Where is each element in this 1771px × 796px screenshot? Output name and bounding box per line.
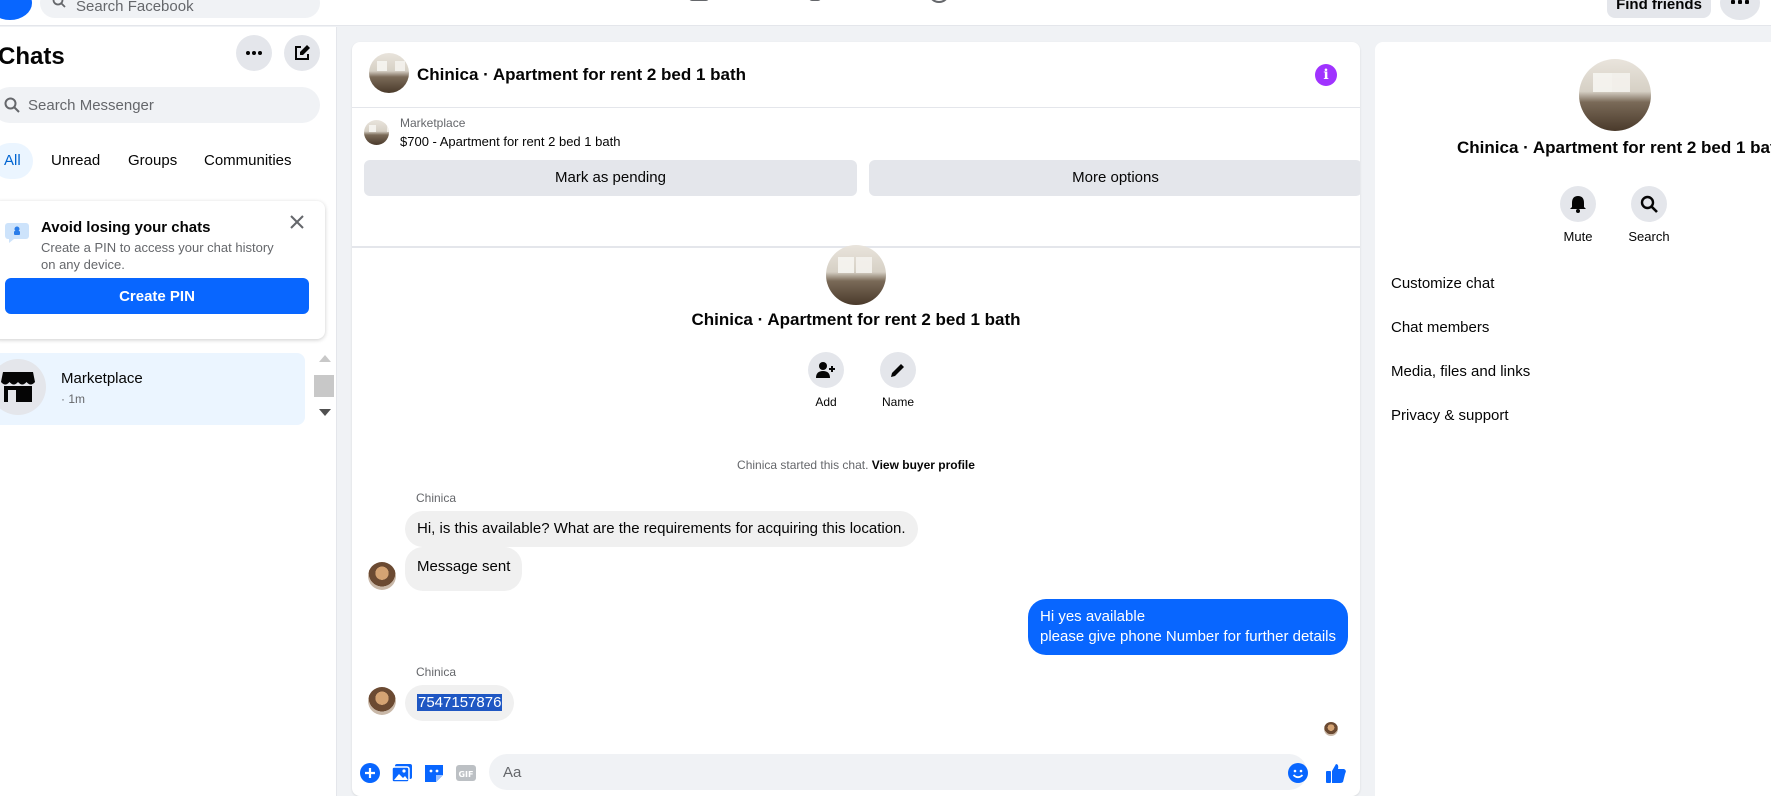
search-icon — [4, 97, 20, 113]
new-message-button[interactable] — [284, 35, 320, 71]
search-label: Search — [1628, 229, 1670, 244]
chat-members-item[interactable]: Chat members — [1391, 319, 1489, 336]
chat-options-button[interactable] — [236, 35, 272, 71]
scroll-down-icon[interactable] — [319, 409, 331, 416]
mute-button[interactable]: Mute — [1548, 186, 1608, 244]
add-person-icon — [816, 362, 835, 378]
name-chat-action[interactable]: Name — [868, 352, 928, 409]
more-options-button[interactable]: More options — [869, 160, 1360, 196]
mute-label: Mute — [1563, 229, 1593, 244]
chats-sidebar: Chats All Unread Groups Communities Avoi… — [0, 27, 337, 796]
scroll-up-icon[interactable] — [319, 355, 331, 362]
gif-icon[interactable]: GIF — [455, 762, 477, 784]
name-label: Name — [881, 395, 914, 409]
marketplace-listing-bar: Marketplace $700 - Apartment for rent 2 … — [352, 108, 1360, 248]
privacy-support-item[interactable]: Privacy & support — [1391, 407, 1509, 424]
details-name: Chinica · Apartment for rent 2 bed 1 bat… — [1457, 138, 1771, 157]
profile-nav-icon[interactable] — [926, 0, 952, 12]
top-navigation-bar: Search Facebook Find friends — [0, 0, 1771, 26]
incoming-message[interactable]: Hi, is this available? What are the requ… — [405, 511, 918, 547]
media-files-links-item[interactable]: Media, files and links — [1391, 363, 1530, 380]
conversation-timestamp: · 1m — [61, 392, 85, 406]
pin-card-description: Create a PIN to access your chat history… — [41, 240, 274, 272]
photo-icon[interactable] — [391, 762, 413, 784]
listing-thumbnail[interactable] — [364, 120, 389, 145]
customize-chat-item[interactable]: Customize chat — [1391, 275, 1494, 292]
search-icon — [1640, 195, 1658, 213]
storefront-icon — [1, 372, 35, 402]
facebook-search-input[interactable]: Search Facebook — [40, 0, 320, 18]
scrollbar-thumb[interactable] — [314, 375, 334, 397]
filter-communities[interactable]: Communities — [192, 143, 304, 179]
bell-icon — [1570, 196, 1586, 213]
avatar — [0, 359, 46, 415]
intro-avatar — [826, 245, 886, 305]
plus-icon[interactable] — [359, 762, 381, 784]
apartment-photo-avatar[interactable] — [369, 53, 409, 93]
grid-icon — [1731, 0, 1749, 4]
chat-lock-icon — [5, 223, 29, 243]
details-avatar[interactable] — [1579, 59, 1651, 131]
outgoing-message-line: please give phone Number for further det… — [1039, 628, 1336, 645]
sender-avatar[interactable] — [368, 562, 396, 590]
conversation-details-panel: Chinica · Apartment for rent 2 bed 1 bat… — [1375, 42, 1771, 796]
sidebar-scrollbar[interactable] — [313, 355, 335, 419]
intro-name: Chinica · Apartment for rent 2 bed 1 bat… — [691, 310, 1021, 329]
listing-title[interactable]: $700 - Apartment for rent 2 bed 1 bath — [400, 134, 620, 149]
sender-avatar[interactable] — [368, 687, 396, 715]
chat-started-text: Chinica started this chat. — [737, 458, 869, 472]
close-icon[interactable] — [290, 215, 304, 229]
pencil-icon — [891, 364, 904, 377]
conversation-name: Marketplace — [61, 370, 143, 387]
message-composer: GIF — [352, 748, 1360, 796]
facebook-search-placeholder: Search Facebook — [76, 0, 194, 15]
pin-card-title: Avoid losing your chats — [41, 219, 211, 236]
incoming-message[interactable]: 7547157876 — [405, 685, 515, 721]
more-dots-icon — [246, 51, 262, 55]
message-sender: Chinica — [416, 491, 457, 505]
find-friends-button[interactable]: Find friends — [1607, 0, 1711, 18]
search-icon — [52, 0, 66, 8]
svg-text:GIF: GIF — [458, 770, 473, 779]
filter-all[interactable]: All — [0, 143, 33, 179]
menu-grid-button[interactable] — [1720, 0, 1760, 20]
conversation-item-marketplace[interactable]: Marketplace · 1m — [0, 353, 305, 425]
conversation-panel: Chinica · Apartment for rent 2 bed 1 bat… — [352, 42, 1360, 796]
search-in-conversation-button[interactable]: Search — [1619, 186, 1679, 244]
info-icon[interactable]: i — [1315, 64, 1337, 86]
outgoing-message-line: Hi yes available — [1039, 608, 1146, 625]
seen-indicator-avatar — [1324, 722, 1338, 736]
messenger-search[interactable] — [0, 87, 320, 123]
filter-unread[interactable]: Unread — [39, 143, 112, 179]
groups-nav-icon[interactable] — [806, 0, 832, 12]
selected-phone-number[interactable]: 7547157876 — [417, 694, 503, 711]
add-people-action[interactable]: Add — [796, 352, 856, 409]
messenger-search-input[interactable] — [28, 87, 308, 123]
marketplace-label: Marketplace — [400, 116, 466, 130]
marketplace-nav-icon[interactable] — [686, 0, 712, 12]
add-label: Add — [815, 395, 837, 409]
message-sender: Chinica — [416, 665, 457, 679]
pin-reminder-card: Avoid losing your chats Create a PIN to … — [0, 201, 325, 339]
emoji-icon[interactable] — [1287, 762, 1309, 784]
compose-icon — [295, 45, 310, 60]
incoming-message[interactable]: Message sent — [405, 547, 523, 591]
thumbs-up-icon[interactable] — [1325, 762, 1347, 784]
chats-title: Chats — [0, 43, 65, 70]
facebook-logo-icon[interactable] — [0, 0, 32, 20]
mark-as-pending-button[interactable]: Mark as pending — [364, 160, 857, 196]
message-input[interactable] — [489, 754, 1307, 790]
conversation-header: Chinica · Apartment for rent 2 bed 1 bat… — [352, 42, 1360, 108]
chat-started-notice: Chinica started this chat. View buyer pr… — [352, 458, 1360, 472]
conversation-title[interactable]: Chinica · Apartment for rent 2 bed 1 bat… — [417, 65, 746, 85]
sticker-icon[interactable] — [423, 762, 445, 784]
filter-groups[interactable]: Groups — [116, 143, 189, 179]
view-buyer-profile-link[interactable]: View buyer profile — [872, 458, 975, 472]
outgoing-message[interactable]: Hi yes available please give phone Numbe… — [1027, 599, 1348, 655]
create-pin-button[interactable]: Create PIN — [5, 278, 309, 314]
